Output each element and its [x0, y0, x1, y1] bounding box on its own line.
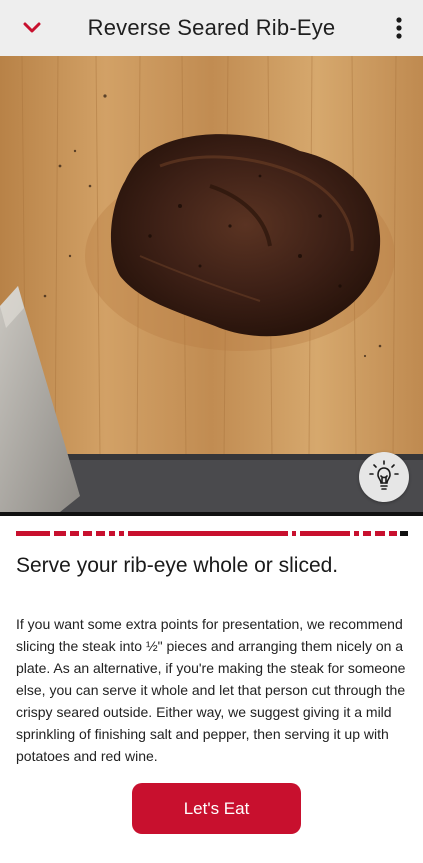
- progress-segment: [119, 531, 124, 536]
- progress-segment: [389, 531, 397, 536]
- collapse-button[interactable]: [14, 12, 50, 44]
- progress-segment-current: [400, 531, 408, 536]
- page-title: Reverse Seared Rib-Eye: [87, 15, 336, 40]
- lightbulb-icon: [369, 460, 399, 490]
- progress-segment: [375, 531, 385, 536]
- step-progress: [16, 531, 408, 536]
- progress-segment: [363, 531, 371, 536]
- step-heading: Serve your rib-eye whole or sliced.: [16, 554, 339, 577]
- progress-segment: [70, 531, 79, 536]
- progress-segment: [54, 531, 66, 536]
- top-bar: Reverse Seared Rib-Eye: [0, 0, 423, 56]
- step-instructions: If you want some extra points for presen…: [16, 616, 406, 764]
- more-vertical-icon: [396, 17, 402, 39]
- progress-segment: [292, 531, 296, 536]
- progress-segment: [109, 531, 115, 536]
- tip-button[interactable]: [359, 452, 409, 502]
- progress-segment: [128, 531, 288, 536]
- step-image: [0, 56, 423, 512]
- lets-eat-button[interactable]: Let's Eat: [132, 783, 301, 834]
- progress-segment: [83, 531, 92, 536]
- chevron-down-icon: [23, 22, 41, 33]
- progress-segment: [300, 531, 350, 536]
- progress-segment: [96, 531, 105, 536]
- progress-segment: [354, 531, 359, 536]
- steak-photo: [0, 56, 423, 512]
- progress-segment: [16, 531, 50, 536]
- image-divider: [0, 512, 423, 516]
- more-options-button[interactable]: [385, 12, 413, 44]
